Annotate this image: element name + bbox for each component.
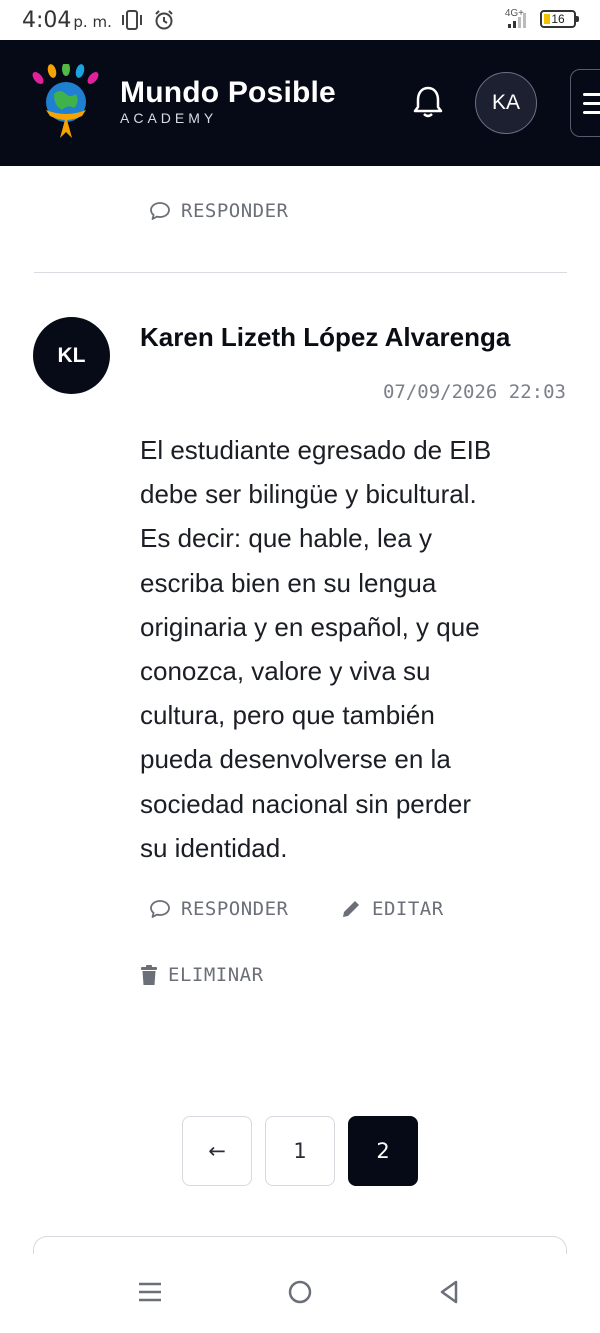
signal-bars-icon: [508, 13, 526, 28]
comment-line: conozca, valore y viva su: [140, 656, 431, 687]
chat-bubble-icon: [150, 202, 170, 220]
comment-line: debe ser bilingüe y bicultural.: [140, 479, 477, 510]
pagination-prev-button[interactable]: ←: [182, 1116, 252, 1186]
reply-button-previous[interactable]: RESPONDER: [149, 200, 288, 222]
comment-line: sociedad nacional sin perder: [140, 788, 471, 819]
mundo-posible-logo-icon[interactable]: [30, 64, 102, 140]
back-icon[interactable]: [439, 1280, 459, 1304]
arrow-left-icon: ←: [208, 1139, 226, 1163]
trash-icon: [141, 965, 157, 985]
comment-line: escriba bien en su lengua: [140, 567, 437, 598]
system-nav-bar: [0, 1254, 600, 1333]
alarm-icon: [155, 10, 173, 30]
comment-line: pueda desenvolverse en la: [140, 744, 451, 775]
home-icon[interactable]: [288, 1280, 312, 1304]
brand-title[interactable]: Mundo Posible: [120, 76, 336, 110]
battery-icon: 16: [540, 10, 579, 28]
comment-line: originaria y en español, y que: [140, 611, 480, 642]
comment-body: El estudiante egresado de EIB debe ser b…: [140, 428, 552, 870]
comment-author-avatar: KL: [33, 317, 110, 394]
brand-subtitle: ACADEMY: [120, 110, 218, 126]
status-bar: 4:04 p. m. 4G+ 16: [0, 0, 600, 40]
app-header: Mundo Posible ACADEMY KA: [0, 40, 600, 166]
comment-line: Es decir: que hable, lea y: [140, 523, 432, 554]
comment-line: cultura, pero que también: [140, 700, 435, 731]
delete-label: ELIMINAR: [168, 964, 264, 986]
bell-icon[interactable]: [411, 84, 445, 120]
comment-author-name: Karen Lizeth López Alvarenga: [140, 322, 511, 352]
status-time: 4:04 p. m.: [22, 8, 112, 33]
comment-line: su identidad.: [140, 832, 288, 863]
reply-label: RESPONDER: [181, 200, 289, 222]
menu-button[interactable]: [570, 69, 600, 137]
hamburger-icon: [583, 93, 600, 96]
comment-line: El estudiante egresado de EIB: [140, 435, 492, 465]
comment-date: 07/09/2026 22:03: [382, 381, 566, 403]
pagination-page-2[interactable]: 2: [348, 1116, 418, 1186]
vibrate-icon: [122, 10, 142, 30]
chat-bubble-icon: [150, 900, 170, 918]
reply-button[interactable]: RESPONDER: [149, 898, 288, 920]
user-avatar-button[interactable]: KA: [475, 72, 537, 134]
reply-label: RESPONDER: [181, 898, 289, 920]
comment-divider: [34, 272, 567, 273]
pencil-icon: [343, 899, 361, 917]
edit-button[interactable]: EDITAR: [340, 898, 444, 920]
delete-button[interactable]: ELIMINAR: [140, 964, 264, 986]
pagination-page-1[interactable]: 1: [265, 1116, 335, 1186]
edit-label: EDITAR: [372, 898, 444, 920]
recent-apps-icon[interactable]: [138, 1280, 162, 1304]
